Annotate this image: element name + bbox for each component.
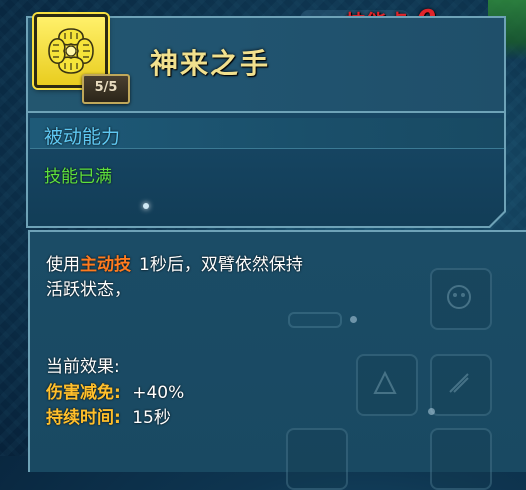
sparkle-decoration	[143, 203, 149, 209]
background-dot	[428, 408, 435, 415]
background-skill-slot	[356, 354, 418, 416]
description-line-1: 使用主动技 1秒后，双臂依然保持	[46, 250, 303, 275]
background-skill-slot	[430, 354, 492, 416]
description-text: 1秒后，双臂依然保持	[139, 255, 303, 275]
skill-type: 被动能力	[44, 126, 121, 148]
effect-damage-reduction: 伤害减免: +40%	[46, 378, 184, 403]
skill-name: 神来之手	[150, 47, 271, 80]
background-dot	[350, 316, 357, 323]
effects-header: 当前效果:	[46, 357, 120, 377]
description-text: 使用	[46, 255, 80, 275]
skill-status: 技能已满	[44, 167, 112, 187]
effect-value: 15秒	[132, 408, 171, 428]
background-skill-slot	[430, 428, 492, 490]
background-connector	[288, 312, 342, 328]
background-skill-slot	[286, 428, 348, 490]
effect-value: +40%	[132, 383, 185, 403]
effect-label: 持续时间:	[46, 408, 121, 428]
description-line-2: 活跃状态，	[46, 280, 131, 300]
background-skill-slot	[430, 268, 492, 330]
description-highlight: 主动技	[80, 255, 131, 275]
effect-duration: 持续时间: 15秒	[46, 403, 171, 428]
effect-label: 伤害减免:	[46, 383, 121, 403]
skill-rank-badge: 5/5	[82, 74, 130, 104]
skill-icon-slot[interactable]: 5/5	[34, 14, 130, 104]
